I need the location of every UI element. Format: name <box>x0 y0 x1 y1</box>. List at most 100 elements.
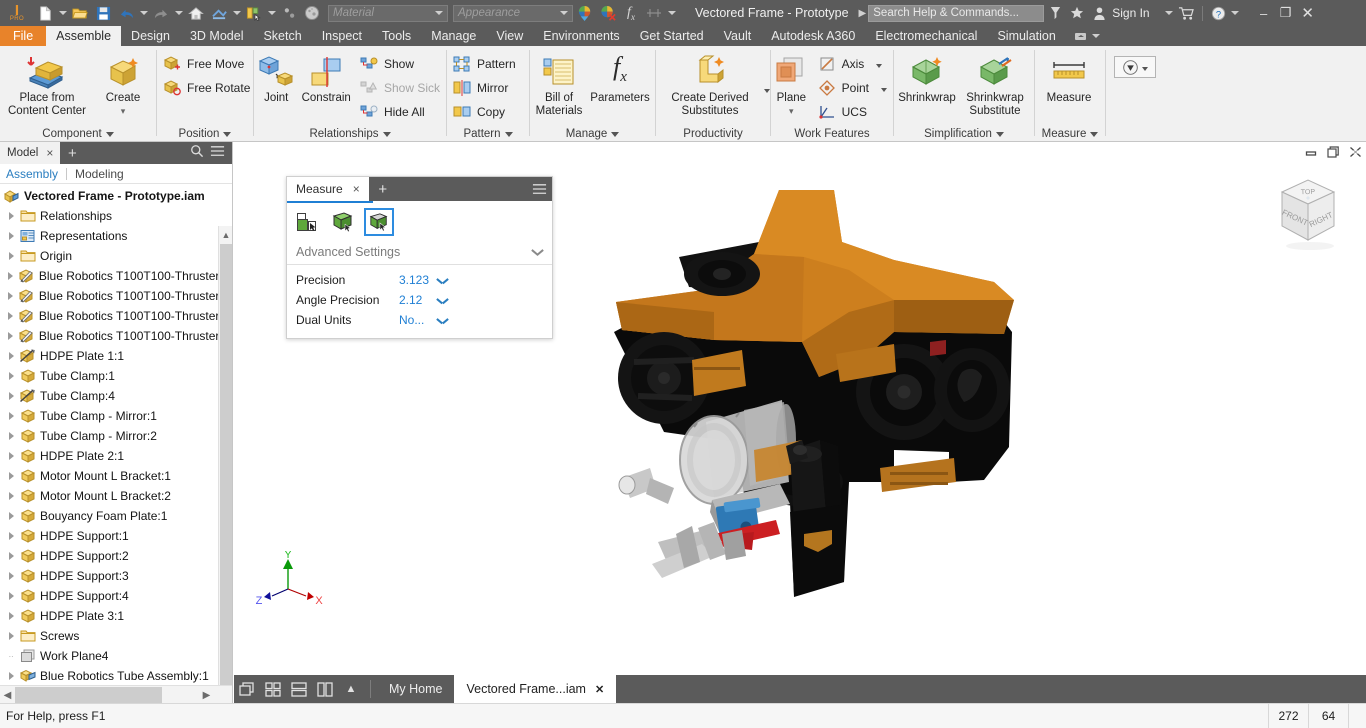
update-dropdown-caret[interactable] <box>231 2 242 24</box>
tree-item[interactable]: HDPE Plate 1:1 <box>0 346 232 366</box>
tree-item[interactable]: HDPE Support:2 <box>0 546 232 566</box>
angle-precision-value[interactable]: 2.12 <box>399 293 437 307</box>
window-minimize-button[interactable]: – <box>1253 0 1275 26</box>
browser-horizontal-scrollbar[interactable]: ◀ ▶ <box>0 685 232 703</box>
precision-chevron-down-icon[interactable] <box>437 277 448 284</box>
tree-item[interactable]: HDPE Support:3 <box>0 566 232 586</box>
user-account-icon[interactable] <box>1088 2 1110 24</box>
ribbon-tab-environments[interactable]: Environments <box>533 26 629 46</box>
cart-icon[interactable] <box>1175 2 1197 24</box>
ribbon-tab-electromechanical[interactable]: Electromechanical <box>865 26 987 46</box>
tree-item[interactable]: Tube Clamp - Mirror:1 <box>0 406 232 426</box>
ribbon-panel-title-manage[interactable]: Manage <box>530 125 655 142</box>
close-icon[interactable]: × <box>46 146 53 160</box>
ribbon-tab-autodesk-a360[interactable]: Autodesk A360 <box>761 26 865 46</box>
browser-menu-icon[interactable] <box>210 144 225 162</box>
scroll-right-icon[interactable]: ▶ <box>199 686 214 704</box>
material-sphere-icon[interactable] <box>301 2 323 24</box>
expand-arrow-icon[interactable] <box>4 452 18 460</box>
bill-of-materials-button[interactable]: Bill of Materials <box>530 50 588 118</box>
tree-item[interactable]: Motor Mount L Bracket:2 <box>0 486 232 506</box>
angle-precision-chevron-down-icon[interactable] <box>437 297 448 304</box>
redo-icon[interactable] <box>150 2 172 24</box>
plane-button[interactable]: Plane ▾ <box>771 50 812 118</box>
chevron-down-icon[interactable] <box>532 248 543 255</box>
undo-dropdown-caret[interactable] <box>138 2 149 24</box>
axis-button[interactable]: Axis <box>812 52 893 76</box>
measure-menu-icon[interactable] <box>526 177 552 201</box>
joint-button[interactable]: Joint <box>254 50 298 105</box>
tree-item[interactable]: Blue Robotics T100T100-Thruster-R1 <box>0 326 232 346</box>
measure-selection-filter-3[interactable] <box>364 208 394 236</box>
ribbon-panel-title-position[interactable]: Position <box>157 125 253 142</box>
tree-item[interactable]: Motor Mount L Bracket:1 <box>0 466 232 486</box>
ribbon-tab-manage[interactable]: Manage <box>421 26 486 46</box>
expand-up-icon[interactable]: ▲ <box>338 675 364 703</box>
appearance-picker-icon[interactable] <box>574 2 596 24</box>
measure-dialog-tab[interactable]: Measure × <box>287 177 369 201</box>
ribbon-tab-get-started[interactable]: Get Started <box>630 26 714 46</box>
measure-add-tab-button[interactable]: + <box>369 177 397 201</box>
measure-dialog[interactable]: Measure × + Advanced Settings Precision … <box>286 176 553 339</box>
ribbon-tab-simulation[interactable]: Simulation <box>987 26 1065 46</box>
create-component-button[interactable]: Create ▾ <box>94 50 152 118</box>
copy-button[interactable]: Copy <box>447 100 522 124</box>
close-icon[interactable]: × <box>353 182 360 196</box>
undo-icon[interactable] <box>115 2 137 24</box>
tree-item[interactable]: Blue Robotics T100T100-Thruster-R1 <box>0 306 232 326</box>
ribbon-tab-3d-model[interactable]: 3D Model <box>180 26 254 46</box>
ribbon-panel-title-measure[interactable]: Measure <box>1035 125 1105 142</box>
expand-arrow-icon[interactable] <box>4 632 18 640</box>
dim-icon[interactable] <box>278 2 300 24</box>
tree-root-node[interactable]: Vectored Frame - Prototype.iam <box>0 186 232 206</box>
ucs-button[interactable]: UCS <box>812 100 893 124</box>
expand-arrow-icon[interactable] <box>4 572 18 580</box>
measure-selection-filter-2[interactable] <box>328 208 358 236</box>
create-derived-dropdown-caret[interactable] <box>764 80 770 98</box>
ribbon-panel-title-relationships[interactable]: Relationships <box>254 125 446 142</box>
expand-arrow-icon[interactable] <box>4 552 18 560</box>
home-icon[interactable] <box>185 2 207 24</box>
browser-subtab-assembly[interactable]: Assembly <box>6 167 58 181</box>
measure-button[interactable]: Measure <box>1035 50 1103 105</box>
document-tab-vectored-frame[interactable]: Vectored Frame...iam ✕ <box>454 675 617 703</box>
sign-in-button[interactable]: Sign In <box>1112 6 1149 20</box>
ribbon-tab-sketch[interactable]: Sketch <box>253 26 311 46</box>
tree-item[interactable]: Representations <box>0 226 232 246</box>
window-restore-button[interactable]: ❐ <box>1275 0 1297 26</box>
axis-dropdown-caret[interactable] <box>876 57 882 71</box>
ribbon-tab-file[interactable]: File <box>0 26 47 46</box>
tree-item[interactable]: Screws <box>0 626 232 646</box>
rov-assembly-3d-model[interactable] <box>594 182 1034 612</box>
precision-value[interactable]: 3.123 <box>399 273 437 287</box>
browser-tree[interactable]: Vectored Frame - Prototype.iam Relations… <box>0 184 232 685</box>
scrollbar-thumb-h[interactable] <box>15 687 162 703</box>
shrinkwrap-substitute-button[interactable]: Shrinkwrap Substitute <box>960 50 1030 118</box>
favorites-star-icon[interactable] <box>1066 2 1088 24</box>
select-dropdown-caret[interactable] <box>266 2 277 24</box>
search-icon[interactable] <box>190 144 204 163</box>
add-browser-tab-button[interactable]: + <box>60 145 84 162</box>
place-from-content-center-button[interactable]: Place from Content Center <box>0 50 94 118</box>
constrain-button[interactable]: Constrain <box>298 50 354 105</box>
expand-arrow-icon[interactable] <box>4 392 18 400</box>
expand-arrow-icon[interactable] <box>4 312 18 320</box>
canvas-minimize-icon[interactable] <box>1305 145 1318 163</box>
fx-parameters-icon[interactable]: fx <box>620 2 642 24</box>
measure-advanced-settings-header[interactable]: Advanced Settings <box>287 239 552 265</box>
expand-arrow-icon[interactable] <box>4 512 18 520</box>
dual-units-value[interactable]: No... <box>399 313 437 327</box>
tree-item[interactable]: Blue Robotics Tube Assembly:1 <box>0 666 232 685</box>
view-style-button[interactable] <box>1114 56 1156 78</box>
expand-arrow-icon[interactable] <box>4 252 18 260</box>
sign-in-caret[interactable] <box>1164 2 1175 24</box>
ribbon-tab-vault[interactable]: Vault <box>714 26 762 46</box>
expand-arrow-icon[interactable] <box>4 672 18 680</box>
tree-item[interactable]: HDPE Support:4 <box>0 586 232 606</box>
help-dropdown-caret[interactable] <box>1230 2 1241 24</box>
expand-arrow-icon[interactable] <box>4 352 18 360</box>
create-derived-substitutes-button[interactable]: Create Derived Substitutes <box>656 50 764 118</box>
tree-item[interactable]: Blue Robotics T100T100-Thruster-R1 <box>0 286 232 306</box>
expand-arrow-icon[interactable] <box>4 212 18 220</box>
tree-item[interactable]: Blue Robotics T100T100-Thruster-R1 <box>0 266 232 286</box>
